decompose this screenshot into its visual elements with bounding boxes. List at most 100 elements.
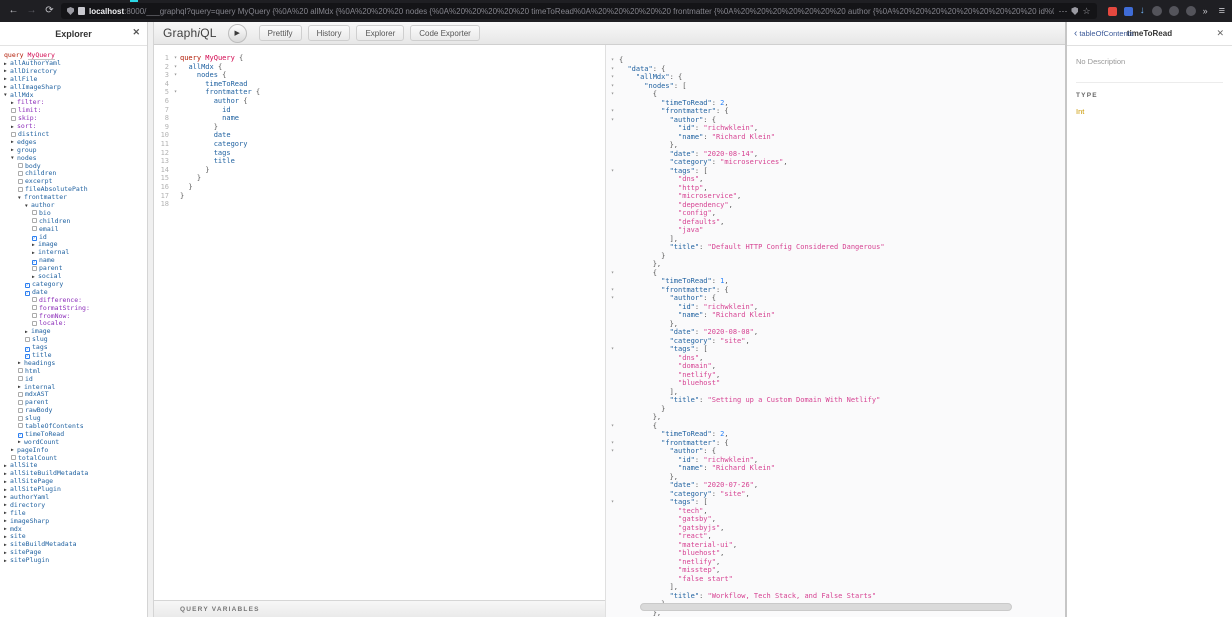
explorer-toggle-button[interactable]: Explorer bbox=[356, 25, 404, 41]
url-ellipsis-icon[interactable]: ⋯ bbox=[1058, 6, 1067, 17]
explorer-item-social[interactable]: ▶social bbox=[4, 273, 147, 281]
overflow-chevron-icon[interactable]: » bbox=[1203, 6, 1208, 16]
bookmark-star-icon[interactable]: ☆ bbox=[1082, 6, 1090, 17]
fold-icon[interactable]: ▾ bbox=[606, 422, 619, 431]
explorer-item-locale[interactable]: locale: bbox=[4, 320, 147, 328]
fold-icon[interactable]: ▾ bbox=[606, 82, 619, 91]
extension-icon-circle-3[interactable] bbox=[1186, 6, 1196, 16]
fold-icon[interactable]: ▾ bbox=[606, 116, 619, 125]
explorer-item-slug[interactable]: slug bbox=[4, 336, 147, 344]
checkbox-checked-icon[interactable]: ✓ bbox=[32, 260, 37, 265]
explorer-item-tags[interactable]: ✓tags bbox=[4, 344, 147, 352]
checkbox-unchecked-icon[interactable] bbox=[32, 297, 37, 302]
fold-icon[interactable]: ▾ bbox=[606, 345, 619, 354]
checkbox-unchecked-icon[interactable] bbox=[25, 337, 30, 342]
explorer-item-parent[interactable]: parent bbox=[4, 265, 147, 273]
checkbox-unchecked-icon[interactable] bbox=[18, 423, 23, 428]
checkbox-unchecked-icon[interactable] bbox=[18, 392, 23, 397]
fold-icon[interactable]: ▾ bbox=[606, 447, 619, 456]
checkbox-unchecked-icon[interactable] bbox=[18, 179, 23, 184]
explorer-item-image[interactable]: ▶image bbox=[4, 328, 147, 336]
explorer-item-sitePlugin[interactable]: ▶sitePlugin bbox=[4, 557, 147, 565]
checkbox-unchecked-icon[interactable] bbox=[32, 321, 37, 326]
explorer-item-category[interactable]: ✓category bbox=[4, 281, 147, 289]
fold-icon[interactable]: ▾ bbox=[606, 269, 619, 278]
checkbox-unchecked-icon[interactable] bbox=[11, 116, 16, 121]
execute-query-button[interactable]: ▶ bbox=[228, 24, 247, 43]
doc-close-icon[interactable]: ✕ bbox=[1216, 29, 1224, 38]
checkbox-checked-icon[interactable]: ✓ bbox=[18, 433, 23, 438]
checkbox-unchecked-icon[interactable] bbox=[32, 305, 37, 310]
tracking-shield-icon[interactable] bbox=[67, 7, 74, 15]
fold-icon[interactable]: ▾ bbox=[171, 63, 180, 72]
checkbox-unchecked-icon[interactable] bbox=[32, 218, 37, 223]
checkbox-checked-icon[interactable]: ✓ bbox=[25, 283, 30, 288]
checkbox-unchecked-icon[interactable] bbox=[18, 408, 23, 413]
checkbox-unchecked-icon[interactable] bbox=[32, 266, 37, 271]
checkbox-unchecked-icon[interactable] bbox=[11, 108, 16, 113]
fold-icon[interactable]: ▾ bbox=[606, 294, 619, 303]
explorer-close-icon[interactable]: ✕ bbox=[132, 28, 140, 37]
explorer-item-author[interactable]: ▼author bbox=[4, 202, 147, 210]
checkbox-checked-icon[interactable]: ✓ bbox=[25, 291, 30, 296]
fold-icon[interactable]: ▾ bbox=[606, 167, 619, 176]
fold-icon[interactable]: ▾ bbox=[606, 90, 619, 99]
fold-icon[interactable]: ▾ bbox=[171, 71, 180, 80]
fold-icon[interactable]: ▾ bbox=[606, 56, 619, 65]
checkbox-unchecked-icon[interactable] bbox=[32, 313, 37, 318]
checkbox-unchecked-icon[interactable] bbox=[18, 376, 23, 381]
checkbox-unchecked-icon[interactable] bbox=[18, 163, 23, 168]
explorer-item-imageSharp[interactable]: ▶imageSharp bbox=[4, 518, 147, 526]
checkbox-unchecked-icon[interactable] bbox=[18, 171, 23, 176]
doc-type-link[interactable]: Int bbox=[1076, 107, 1223, 116]
fold-icon[interactable]: ▾ bbox=[606, 107, 619, 116]
checkbox-unchecked-icon[interactable] bbox=[11, 132, 16, 137]
explorer-item-formatString[interactable]: formatString: bbox=[4, 305, 147, 313]
query-variables-bar[interactable]: QUERY VARIABLES bbox=[154, 600, 605, 617]
fold-icon[interactable]: ▾ bbox=[606, 73, 619, 82]
fold-icon[interactable]: ▾ bbox=[606, 65, 619, 74]
checkbox-unchecked-icon[interactable] bbox=[32, 210, 37, 215]
explorer-item-name[interactable]: ✓name bbox=[4, 257, 147, 265]
checkbox-checked-icon[interactable]: ✓ bbox=[32, 236, 37, 241]
query-editor[interactable]: 1▾query MyQuery {2▾ allMdx {3▾ nodes {4 … bbox=[154, 45, 605, 600]
prettify-button[interactable]: Prettify bbox=[259, 25, 302, 41]
checkbox-unchecked-icon[interactable] bbox=[18, 187, 23, 192]
checkbox-unchecked-icon[interactable] bbox=[11, 455, 16, 460]
back-icon[interactable]: ← bbox=[7, 0, 20, 22]
checkbox-unchecked-icon[interactable] bbox=[32, 226, 37, 231]
fold-icon[interactable]: ▾ bbox=[606, 498, 619, 507]
extension-icon-circle-2[interactable] bbox=[1169, 6, 1179, 16]
extension-icon-blue[interactable] bbox=[1124, 7, 1133, 16]
forward-icon[interactable]: → bbox=[25, 0, 38, 22]
fold-icon[interactable]: ▾ bbox=[606, 439, 619, 448]
menu-icon[interactable]: ≡ bbox=[1219, 5, 1225, 17]
explorer-item-frontmatter[interactable]: ▼frontmatter bbox=[4, 194, 147, 202]
explorer-item-id[interactable]: ✓id bbox=[4, 234, 147, 242]
extension-icon-red[interactable] bbox=[1108, 7, 1117, 16]
permissions-shield-icon[interactable] bbox=[1071, 7, 1078, 15]
fold-icon[interactable]: ▾ bbox=[171, 88, 180, 97]
checkbox-unchecked-icon[interactable] bbox=[18, 400, 23, 405]
checkbox-unchecked-icon[interactable] bbox=[18, 368, 23, 373]
reload-icon[interactable]: ⟳ bbox=[43, 0, 56, 22]
horizontal-scrollbar[interactable] bbox=[640, 603, 1012, 611]
explorer-item-fromNow[interactable]: fromNow: bbox=[4, 313, 147, 321]
explorer-item-email[interactable]: email bbox=[4, 226, 147, 234]
fold-icon[interactable]: ▾ bbox=[606, 286, 619, 295]
extension-icon-circle-1[interactable] bbox=[1152, 6, 1162, 16]
explorer-item-internal[interactable]: ▶internal bbox=[4, 249, 147, 257]
history-button[interactable]: History bbox=[308, 25, 351, 41]
url-bar[interactable]: localhost:8000/___graphql?query=query My… bbox=[61, 3, 1097, 19]
explorer-item-children[interactable]: children bbox=[4, 218, 147, 226]
checkbox-checked-icon[interactable]: ✓ bbox=[25, 347, 30, 352]
explorer-item-bio[interactable]: bio bbox=[4, 210, 147, 218]
checkbox-unchecked-icon[interactable] bbox=[18, 416, 23, 421]
code-exporter-button[interactable]: Code Exporter bbox=[410, 25, 480, 41]
fold-icon[interactable]: ▾ bbox=[171, 54, 180, 63]
result-line: "name": "Richard Klein" bbox=[606, 133, 1065, 142]
url-text[interactable]: localhost:8000/___graphql?query=query My… bbox=[89, 7, 1054, 16]
download-icon[interactable]: ↓ bbox=[1140, 0, 1145, 22]
explorer-item-image[interactable]: ▶image bbox=[4, 241, 147, 249]
doc-back-link[interactable]: ‹tableOfContents bbox=[1074, 29, 1134, 39]
